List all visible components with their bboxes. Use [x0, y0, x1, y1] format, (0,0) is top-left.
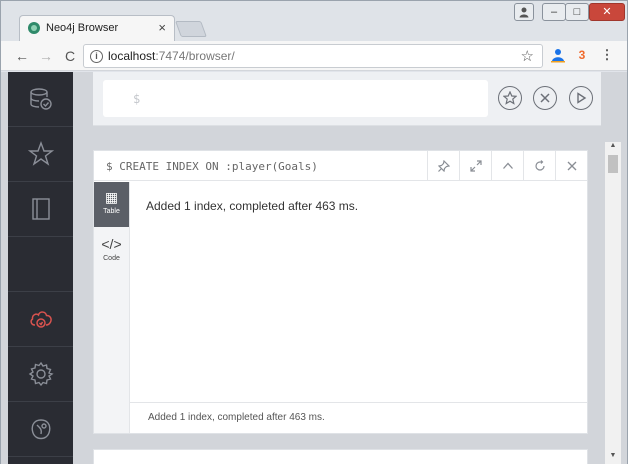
- extension-person-icon[interactable]: [549, 46, 567, 64]
- user-profile-button[interactable]: [514, 3, 534, 21]
- sidebar-item-about[interactable]: [8, 402, 73, 457]
- next-result-frame: [93, 449, 588, 464]
- result-frame: $ CREATE INDEX ON :player(Goals) ▦ Table…: [93, 150, 588, 434]
- editor-prompt: $: [133, 92, 141, 106]
- title-bar: Neo4j Browser × – □ ✕: [1, 1, 627, 41]
- sidebar-item-sync[interactable]: [8, 292, 73, 347]
- status-text: Added 1 index, completed after 463 ms.: [148, 412, 325, 423]
- cloud-icon: [29, 311, 52, 328]
- result-message: Added 1 index, completed after 463 ms.: [146, 199, 359, 213]
- tab-close-icon[interactable]: ×: [158, 20, 166, 35]
- code-icon: </>: [101, 236, 122, 252]
- scroll-thumb[interactable]: [608, 155, 618, 173]
- close-frame-button[interactable]: [555, 151, 587, 181]
- frame-actions: [427, 151, 587, 181]
- scroll-up-arrow-icon[interactable]: ▲: [605, 142, 621, 154]
- browser-tab[interactable]: Neo4j Browser ×: [19, 15, 175, 41]
- sidebar-item-documents[interactable]: [8, 182, 73, 237]
- rerun-frame-button[interactable]: [523, 151, 555, 181]
- table-icon: ▦: [104, 189, 119, 205]
- info-icon[interactable]: i: [90, 50, 103, 63]
- favorite-query-button[interactable]: [498, 86, 522, 110]
- close-window-button[interactable]: ✕: [589, 3, 625, 21]
- url-text: localhost:7474/browser/: [108, 49, 235, 63]
- bookmark-star-icon[interactable]: ☆: [521, 47, 534, 65]
- sidebar: [8, 72, 73, 464]
- tab-table-label: Table: [103, 208, 120, 215]
- frame-command[interactable]: $ CREATE INDEX ON :player(Goals): [106, 160, 318, 173]
- tab-code-label: Code: [103, 255, 120, 262]
- forward-button[interactable]: →: [37, 47, 55, 65]
- browser-window: Neo4j Browser × – □ ✕ ← → C i localhost:…: [0, 0, 628, 464]
- database-icon: [29, 88, 52, 110]
- d3-extension-icon[interactable]: 3: [573, 46, 591, 64]
- editor-bar: $: [93, 72, 601, 126]
- clear-editor-button[interactable]: [533, 86, 557, 110]
- sidebar-item-database[interactable]: [8, 72, 73, 127]
- maximize-button[interactable]: □: [565, 3, 589, 21]
- frame-header: $ CREATE INDEX ON :player(Goals): [94, 151, 587, 181]
- address-bar[interactable]: i localhost:7474/browser/ ☆: [83, 44, 543, 68]
- browser-toolbar: ← → C i localhost:7474/browser/ ☆ 3 ⋮: [1, 41, 627, 71]
- run-query-button[interactable]: [569, 86, 593, 110]
- neo4j-logo-icon: [31, 419, 50, 440]
- reload-button[interactable]: C: [61, 47, 79, 65]
- sidebar-item-favorites[interactable]: [8, 127, 73, 182]
- fullscreen-frame-button[interactable]: [459, 151, 491, 181]
- scroll-down-arrow-icon[interactable]: ▼: [605, 452, 621, 464]
- tab-table[interactable]: ▦ Table: [94, 182, 129, 227]
- back-button[interactable]: ←: [13, 47, 31, 65]
- minimize-button[interactable]: –: [542, 3, 566, 21]
- sidebar-item-settings[interactable]: [8, 347, 73, 402]
- book-icon: [31, 198, 50, 220]
- frame-status-bar: Added 1 index, completed after 463 ms.: [130, 402, 587, 433]
- neo4j-favicon-icon: [28, 22, 40, 34]
- tab-title: Neo4j Browser: [46, 22, 119, 34]
- tab-code[interactable]: </> Code: [94, 229, 129, 274]
- neo4j-app: $ $ CREATE INDEX ON :player(Goals) ▦ Tab…: [1, 72, 627, 464]
- sidebar-item-empty: [8, 237, 73, 292]
- gear-icon: [28, 361, 54, 387]
- cypher-editor-input[interactable]: $: [103, 80, 488, 117]
- scrollbar[interactable]: ▲ ▼: [605, 142, 621, 464]
- collapse-frame-button[interactable]: [491, 151, 523, 181]
- star-icon: [27, 141, 54, 166]
- frame-view-tabs: ▦ Table </> Code: [94, 182, 130, 433]
- pin-frame-button[interactable]: [427, 151, 459, 181]
- browser-menu-icon[interactable]: ⋮: [598, 46, 616, 64]
- new-tab-button[interactable]: [175, 21, 207, 37]
